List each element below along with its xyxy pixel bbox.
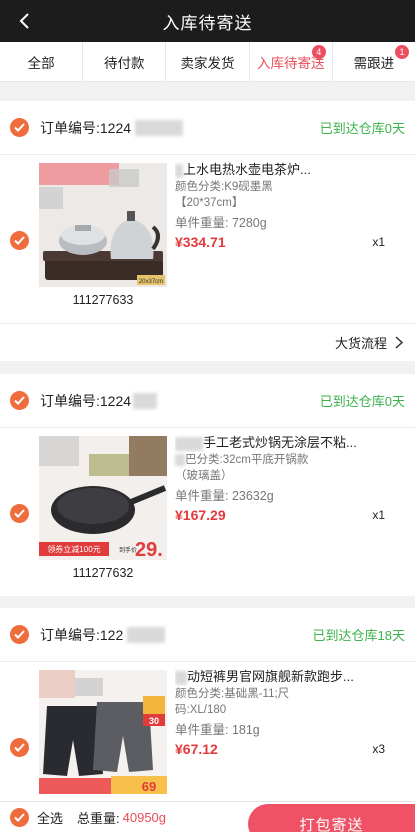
sku-number: 111277632 (72, 566, 134, 580)
bulk-process-link[interactable]: 大货流程 (0, 323, 415, 361)
item-info: 上水电热水壶电茶炉... 颜色分类:K9砚墨黑 【20*37cm】 单件重量: … (175, 161, 387, 251)
image-price: 29. (135, 539, 163, 560)
order-card: 订单编号:1224 已到达仓库0天 20x37cm 111277633 上水电热… (0, 101, 415, 361)
bottom-action-bar: 全选 总重量: 40950g 打包寄送 (0, 801, 415, 832)
tab-pending-payment[interactable]: 待付款 (83, 42, 167, 81)
back-button[interactable] (10, 6, 38, 36)
redacted-title (175, 670, 187, 685)
check-icon (14, 743, 25, 752)
order-card: 订单编号:122 已到达仓库18天 30 69 动短裤男官网旗舰新款跑步... … (0, 608, 415, 830)
item-spec: 颜色分类:K9砚墨黑 (175, 181, 273, 193)
pack-and-ship-button[interactable]: 打包寄送 (248, 804, 415, 832)
item-quantity: x3 (372, 742, 385, 756)
check-icon (14, 630, 25, 639)
redacted-order-id (133, 392, 158, 409)
tab-label: 卖家发货 (180, 55, 235, 71)
order-header: 订单编号:122 已到达仓库18天 (0, 608, 415, 662)
image-size-label: 20x37cm (139, 279, 163, 285)
tab-count-badge: 1 (395, 45, 410, 59)
tab-follow-up[interactable]: 需跟进 1 (333, 42, 415, 81)
order-number: 订单编号:122 (40, 626, 124, 643)
select-all-checkbox[interactable] (10, 807, 29, 827)
item-quantity: x1 (372, 508, 385, 522)
check-icon (14, 123, 25, 132)
redacted-spec (175, 453, 185, 466)
item-info: 动短裤男官网旗舰新款跑步... 颜色分类:基础黑-11;尺 码:XL/180 单… (175, 668, 387, 758)
item-spec-size: （玻璃盖） (175, 470, 233, 482)
tab-label: 需跟进 (353, 55, 395, 71)
tab-bar: 全部 待付款 卖家发货 入库待寄送 4 需跟进 1 (0, 42, 415, 82)
order-checkbox[interactable] (10, 391, 29, 410)
tab-label: 全部 (27, 55, 55, 71)
item-title[interactable]: 手工老式炒锅无涂层不粘... (175, 434, 387, 452)
order-header: 订单编号:1224 已到达仓库0天 (0, 374, 415, 428)
redacted-title (175, 163, 183, 178)
redacted-title (175, 436, 203, 451)
total-weight-value: 40950g (122, 809, 167, 825)
tab-warehouse-pending[interactable]: 入库待寄送 4 (250, 42, 333, 81)
order-number: 订单编号:1224 (40, 392, 132, 409)
total-weight-label: 总重量: (77, 810, 120, 826)
order-checkbox[interactable] (10, 118, 29, 137)
item-spec: 颜色分类:基础黑-11;尺 (175, 688, 290, 700)
order-status: 已到达仓库0天 (319, 121, 405, 136)
redacted-order-id (127, 626, 166, 643)
item-price: ¥67.12 (175, 741, 218, 757)
redacted-order-id (135, 119, 184, 136)
order-item[interactable]: 20x37cm 111277633 上水电热水壶电茶炉... 颜色分类:K9砚墨… (0, 155, 415, 323)
item-weight: 单件重量: 181g (175, 723, 260, 737)
item-weight: 单件重量: 7280g (175, 216, 267, 230)
back-arrow-icon (19, 13, 29, 29)
product-image-kettle[interactable]: 20x37cm (39, 163, 167, 287)
order-card: 订单编号:1224 已到达仓库0天 领券立减100元 到手价 29. 11127… (0, 374, 415, 596)
item-checkbox[interactable] (10, 738, 29, 757)
order-header: 订单编号:1224 已到达仓库0天 (0, 101, 415, 155)
item-spec-size: 码:XL/180 (175, 704, 227, 716)
item-spec: 巴分类:32cm平底开锅款 (175, 453, 387, 468)
product-image-shorts[interactable]: 30 69 (39, 670, 167, 794)
tab-seller-shipping[interactable]: 卖家发货 (166, 42, 250, 81)
product-image-wok[interactable]: 领券立减100元 到手价 29. (39, 436, 167, 560)
tab-all[interactable]: 全部 (0, 42, 84, 81)
item-spec-size: 【20*37cm】 (175, 197, 244, 209)
check-icon (14, 812, 25, 822)
image-badge-top: 30 (149, 716, 159, 726)
top-bar: 入库待寄送 (0, 0, 415, 42)
order-number: 订单编号:1224 (40, 119, 132, 136)
chevron-right-icon (395, 336, 403, 349)
sku-number: 111277633 (72, 293, 134, 307)
coupon-label: 领券立减100元 (47, 544, 100, 554)
item-checkbox[interactable] (10, 504, 29, 523)
item-info: 手工老式炒锅无涂层不粘... 巴分类:32cm平底开锅款 （玻璃盖） 单件重量:… (175, 434, 387, 524)
select-all-label[interactable]: 全选 (37, 808, 63, 827)
order-status: 已到达仓库18天 (312, 628, 405, 643)
item-weight: 单件重量: 23632g (175, 489, 274, 503)
tab-label: 待付款 (104, 55, 145, 71)
item-checkbox[interactable] (10, 231, 29, 250)
item-title[interactable]: 上水电热水壶电茶炉... (175, 161, 387, 179)
item-title[interactable]: 动短裤男官网旗舰新款跑步... (175, 668, 387, 686)
check-icon (14, 396, 25, 405)
order-item[interactable]: 领券立减100元 到手价 29. 111277632 手工老式炒锅无涂层不粘..… (0, 428, 415, 596)
item-price: ¥334.71 (175, 234, 226, 250)
item-quantity: x1 (372, 235, 385, 249)
image-badge-bottom: 69 (142, 779, 156, 794)
tab-count-badge: 4 (311, 45, 326, 59)
page-title: 入库待寄送 (162, 13, 253, 33)
order-status: 已到达仓库0天 (319, 394, 405, 409)
check-icon (14, 236, 25, 245)
item-price: ¥167.29 (175, 507, 226, 523)
check-icon (14, 509, 25, 518)
order-checkbox[interactable] (10, 625, 29, 644)
bulk-process-label: 大货流程 (334, 336, 387, 351)
